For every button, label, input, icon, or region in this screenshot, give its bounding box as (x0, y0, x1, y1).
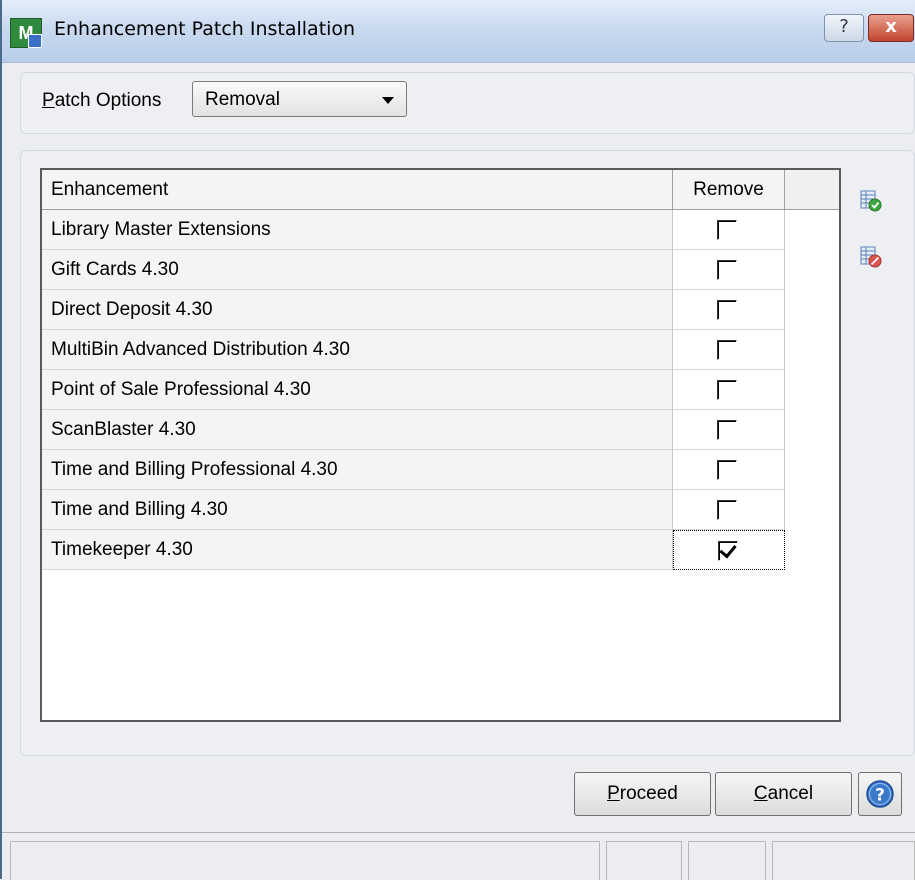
remove-checkbox[interactable] (717, 460, 737, 480)
table-row[interactable]: Library Master Extensions (42, 210, 785, 250)
window-title: Enhancement Patch Installation (54, 18, 356, 40)
remove-checkbox[interactable] (717, 500, 737, 520)
enhancement-name-cell: Library Master Extensions (42, 210, 673, 250)
proceed-label-rest: roceed (619, 783, 678, 804)
patch-options-label-rest: atch Options (54, 90, 162, 111)
remove-cell[interactable] (673, 210, 785, 250)
enhancement-name-cell: Time and Billing Professional 4.30 (42, 450, 673, 490)
chevron-down-icon[interactable] (382, 97, 394, 104)
remove-cell[interactable] (673, 250, 785, 290)
remove-checkbox[interactable] (718, 541, 738, 561)
enhancement-grid[interactable]: Enhancement Remove Library Master Extens… (40, 168, 841, 722)
svg-text:?: ? (875, 786, 885, 806)
proceed-mnemonic: P (607, 783, 620, 804)
table-row[interactable]: MultiBin Advanced Distribution 4.30 (42, 330, 785, 370)
enhancement-name-cell: ScanBlaster 4.30 (42, 410, 673, 450)
status-bar (2, 832, 915, 880)
enhancement-name-cell: Direct Deposit 4.30 (42, 290, 673, 330)
patch-options-dropdown[interactable]: Removal (192, 81, 407, 117)
column-header-remove[interactable]: Remove (673, 170, 785, 210)
title-close-button[interactable]: x (868, 14, 914, 42)
help-button[interactable]: ? (858, 772, 902, 816)
status-pane-4 (772, 841, 915, 880)
app-icon: M (10, 18, 42, 48)
remove-cell[interactable] (673, 530, 785, 570)
patch-options-value: Removal (205, 89, 280, 110)
patch-options-mnemonic: P (42, 90, 55, 111)
enhancement-name-cell: Point of Sale Professional 4.30 (42, 370, 673, 410)
table-row[interactable]: Time and Billing 4.30 (42, 490, 785, 530)
patch-options-label: Patch Options (42, 90, 161, 112)
column-header-enhancement[interactable]: Enhancement (42, 170, 673, 210)
remove-checkbox[interactable] (717, 340, 737, 360)
select-all-icon[interactable] (860, 190, 882, 212)
table-row[interactable]: Timekeeper 4.30 (42, 530, 785, 570)
remove-checkbox[interactable] (717, 380, 737, 400)
column-header-filler (785, 170, 839, 210)
title-bar[interactable]: M Enhancement Patch Installation ? x (2, 0, 915, 63)
table-row[interactable]: Time and Billing Professional 4.30 (42, 450, 785, 490)
title-help-button[interactable]: ? (824, 14, 864, 42)
cancel-button[interactable]: Cancel (715, 772, 852, 816)
clear-all-icon[interactable] (860, 246, 882, 268)
status-pane-main (10, 841, 600, 880)
enhancement-name-cell: Gift Cards 4.30 (42, 250, 673, 290)
proceed-button[interactable]: Proceed (574, 772, 711, 816)
remove-cell[interactable] (673, 450, 785, 490)
dialog-window: M Enhancement Patch Installation ? x Pat… (0, 0, 915, 880)
cancel-label-rest: ancel (767, 783, 814, 804)
cancel-mnemonic: C (753, 783, 768, 804)
enhancement-name-cell: Time and Billing 4.30 (42, 490, 673, 530)
remove-checkbox[interactable] (717, 300, 737, 320)
status-pane-3 (688, 841, 766, 880)
table-row[interactable]: Direct Deposit 4.30 (42, 290, 785, 330)
remove-cell[interactable] (673, 410, 785, 450)
status-pane-2 (606, 841, 682, 880)
remove-cell[interactable] (673, 290, 785, 330)
grid-header: Enhancement Remove (42, 170, 839, 210)
table-row[interactable]: Gift Cards 4.30 (42, 250, 785, 290)
remove-checkbox[interactable] (717, 260, 737, 280)
help-icon: ? (866, 780, 894, 808)
remove-cell[interactable] (673, 490, 785, 530)
table-row[interactable]: Point of Sale Professional 4.30 (42, 370, 785, 410)
enhancement-name-cell: Timekeeper 4.30 (42, 530, 673, 570)
remove-cell[interactable] (673, 330, 785, 370)
remove-checkbox[interactable] (717, 220, 737, 240)
enhancement-name-cell: MultiBin Advanced Distribution 4.30 (42, 330, 673, 370)
remove-checkbox[interactable] (717, 420, 737, 440)
remove-cell[interactable] (673, 370, 785, 410)
table-row[interactable]: ScanBlaster 4.30 (42, 410, 785, 450)
